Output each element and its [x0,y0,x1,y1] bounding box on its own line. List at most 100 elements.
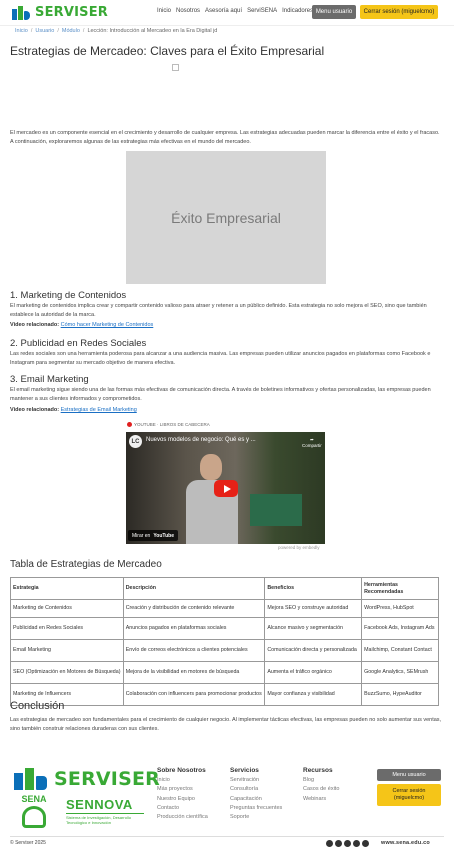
footer-link[interactable]: Preguntas frecuentes [230,804,282,813]
video-thumbnail-books [250,494,302,526]
footer-user-menu-button[interactable]: Menu usuario [377,769,441,781]
footer-link[interactable]: Soporte [230,813,282,822]
channel-avatar[interactable]: LC [129,435,142,448]
table-cell: Envío de correos electrónicos a clientes… [122,639,266,662]
serviser-logo-icon [14,768,50,790]
table-cell: Mailchimp, Constant Contact [361,639,439,662]
breadcrumb: Inicio / Usuario / Módulo / Lección: Int… [15,28,217,34]
main-nav: Inicio Nosotros Asesoría aquí ServiSENA … [157,8,313,14]
twitter-icon[interactable] [344,840,351,847]
footer-brand-name: SERVISER [54,768,160,790]
table-cell: WordPress, HubSpot [361,599,439,618]
header: SERVISER Inicio Nosotros Asesoría aquí S… [0,0,454,26]
strategies-table: Estrategia Descripción Beneficios Herram… [10,577,439,706]
facebook-icon[interactable] [335,840,342,847]
table-cell: Alcance masivo y segmentación [264,617,363,640]
watch-on-label: Mirar en [132,532,151,539]
footer-link[interactable]: Blog [303,776,339,785]
sennova-logo[interactable]: SENNOVA Sistema de Investigación, Desarr… [66,797,146,825]
table-cell: Mejora de la visibilidad en motores de b… [122,661,266,684]
watch-on-youtube-button[interactable]: Mirar en YouTube [128,530,178,541]
section-heading-email-marketing: 3. Email Marketing [10,374,89,385]
table-cell: Colaboración con influencers para promoc… [122,683,266,706]
table-row: Marketing de Influencers Colaboración co… [10,683,439,706]
sena-wordmark: SENA [21,794,47,804]
related-video-line: Video relacionado: Estrategias de Email … [10,407,137,413]
table-header-cell: Beneficios [264,577,363,600]
sena-domain[interactable]: www.sena.edu.co [381,840,430,846]
footer-link[interactable]: Más proyectos [157,785,208,794]
broken-image-icon [172,64,179,71]
table-cell: Mayor confianza y visibilidad [264,683,363,706]
conclusion-title: Conclusión [10,700,65,712]
hero-image-text: Éxito Empresarial [171,209,281,226]
play-button[interactable] [214,480,238,497]
breadcrumb-usuario[interactable]: Usuario [35,28,54,34]
table-header-cell: Estrategia [10,577,124,600]
video-embed[interactable]: LC Nuevos modelos de negocio: Qué es y .… [126,432,325,544]
table-cell: Aumenta el tráfico orgánico [264,661,363,684]
table-row: SEO (Optimización en Motores de Búsqueda… [10,661,439,684]
share-button[interactable]: ➦ Compartir [302,437,322,448]
serviser-logo-icon [12,5,32,20]
footer-link[interactable]: Nuestro Equipo [157,795,208,804]
user-menu-button[interactable]: Menu usuario [312,5,356,19]
intro-text: El mercadeo es un componente esencial en… [10,130,440,145]
logout-button[interactable]: Cerrar sesión (miguelcmo) [360,5,438,19]
footer-link[interactable]: Casos de éxito [303,785,339,794]
footer-link[interactable]: Producción científica [157,813,208,822]
section-heading-content-marketing: 1. Marketing de Contenidos [10,290,127,301]
sennova-divider [66,813,144,814]
nav-indicadores[interactable]: Indicadores [282,8,313,14]
video-caption-text: YOUTUBE · LIBROS DE CABECERA [134,422,210,427]
related-video-link[interactable]: Estrategias de Email Marketing [61,407,137,413]
table-row: Marketing de Contenidos Creación y distr… [10,599,439,618]
instagram-icon[interactable] [326,840,333,847]
youtube-icon[interactable] [353,840,360,847]
play-icon [223,484,231,493]
table-header-cell: Herramientas Recomendadas [361,577,439,600]
nav-inicio[interactable]: Inicio [157,8,171,14]
table-cell: Comunicación directa y personalizada [264,639,363,662]
linkedin-icon[interactable] [362,840,369,847]
youtube-icon [127,422,132,427]
breadcrumb-current: Lección: Introducción al Mercadeo en la … [87,28,218,34]
copyright: © Serviser 2025 [10,840,46,846]
related-video-line: Video relacionado: Cómo hacer Marketing … [10,322,153,328]
breadcrumb-separator: / [30,28,33,34]
section-text-social-ads: Las redes sociales son una herramienta p… [10,351,431,366]
table-cell: SEO (Optimización en Motores de Búsqueda… [10,661,124,684]
serviser-logo[interactable]: SERVISER [12,5,108,20]
sena-logo-icon [22,806,46,828]
footer: SERVISER SENA SENNOVA Sistema de Investi… [0,756,454,866]
table-cell: Email Marketing [10,639,124,662]
conclusion-text: Las estrategias de mercadeo son fundamen… [10,717,442,732]
table-cell: Creación y distribución de contenido rel… [122,599,266,618]
table-row: Email Marketing Envío de correos electró… [10,639,439,662]
breadcrumb-separator: / [57,28,59,34]
breadcrumb-separator: / [82,28,85,34]
table-cell: Anuncios pagados en plataformas sociales [122,617,266,640]
breadcrumb-modulo[interactable]: Módulo [62,28,80,34]
sena-logo[interactable]: SENA [14,794,54,830]
related-video-link[interactable]: Cómo hacer Marketing de Contenidos [61,322,154,328]
footer-link[interactable]: Webinars [303,795,339,804]
footer-link[interactable]: Consultoría [230,785,282,794]
nav-nosotros[interactable]: Nosotros [176,8,200,14]
sennova-wordmark: SENNOVA [66,797,133,812]
breadcrumb-inicio[interactable]: Inicio [15,28,28,34]
footer-column-about: Sobre Nosotros Inicio Más proyectos Nues… [157,766,208,822]
footer-link[interactable]: Servitración [230,776,282,785]
table-cell: Facebook Ads, Instagram Ads [361,617,439,640]
table-header-cell: Descripción [122,577,266,600]
nav-servisena[interactable]: ServiSENA [247,8,277,14]
video-title[interactable]: Nuevos modelos de negocio: Qué es y ... [146,437,256,443]
nav-asesoria[interactable]: Asesoría aquí [205,8,242,14]
footer-logout-button[interactable]: Cerrar sesión (miguelcmo) [377,784,441,806]
footer-link[interactable]: Contacto [157,804,208,813]
powered-by-embedly[interactable]: powered by embedly [278,545,320,550]
footer-link[interactable]: Capacitación [230,795,282,804]
footer-link[interactable]: Inicio [157,776,208,785]
related-video-label: Video relacionado: [10,407,60,413]
footer-serviser-logo[interactable]: SERVISER [14,768,160,790]
